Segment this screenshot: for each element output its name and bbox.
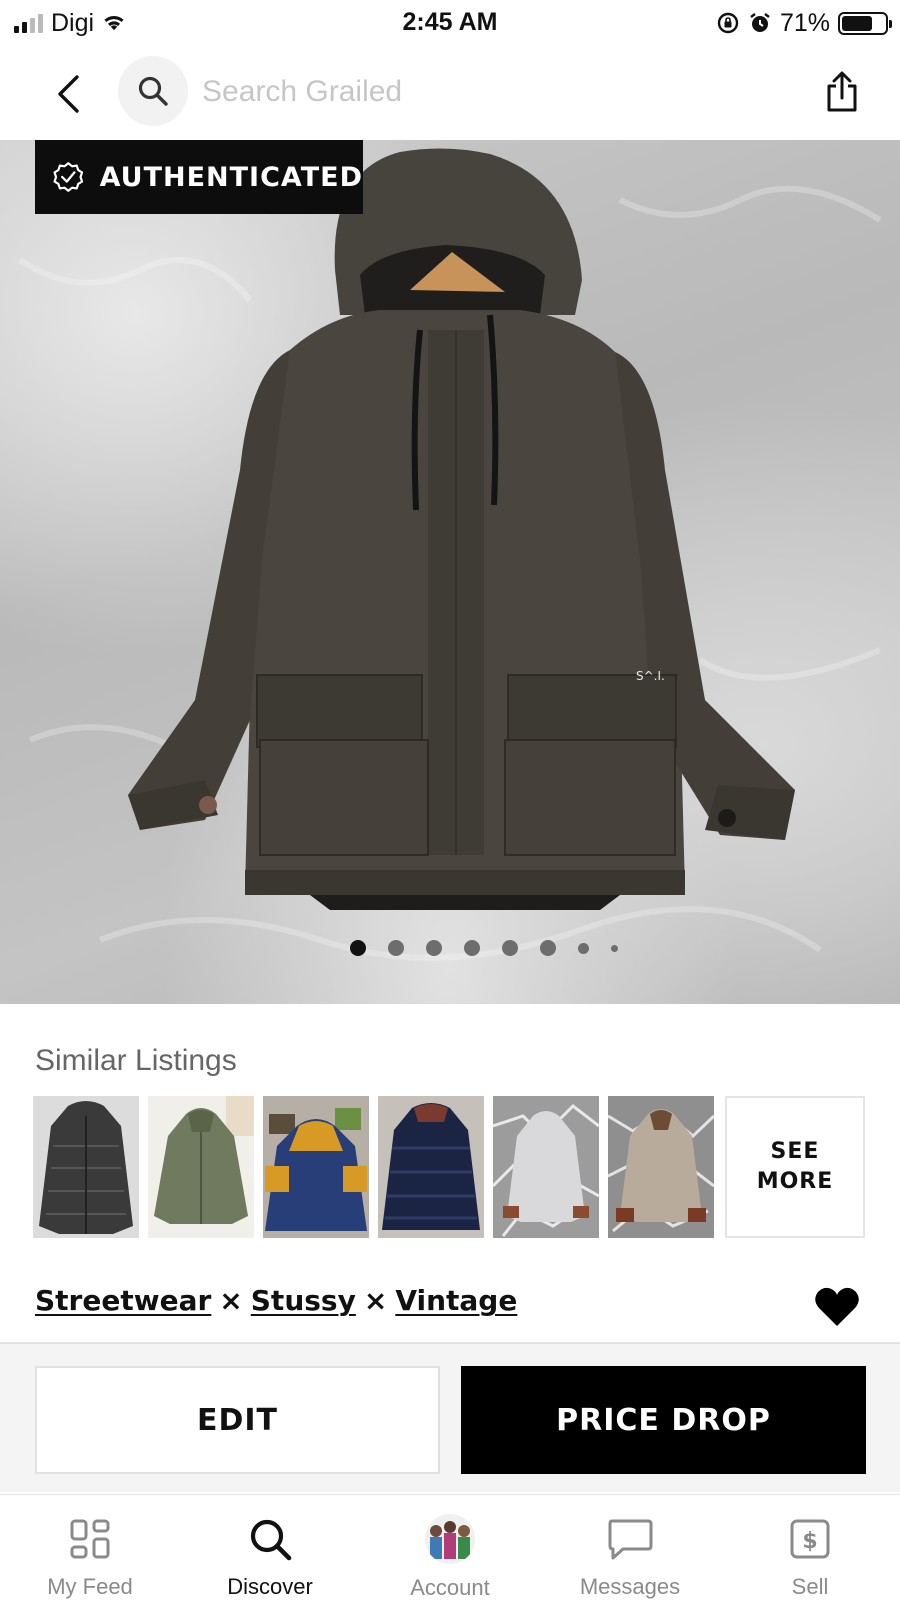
tag-vintage[interactable]: Vintage bbox=[395, 1284, 517, 1317]
share-button[interactable] bbox=[818, 66, 866, 118]
heart-icon bbox=[815, 1287, 859, 1326]
chevron-left-icon bbox=[58, 75, 79, 113]
price-drop-button[interactable]: PRICE DROP bbox=[461, 1366, 866, 1474]
designer-tags: Streetwear × Stussy × Vintage bbox=[35, 1284, 517, 1317]
battery-percent: 71% bbox=[779, 8, 830, 37]
pagination-dot[interactable] bbox=[540, 940, 556, 956]
search-button[interactable] bbox=[118, 56, 188, 126]
tab-label: Discover bbox=[227, 1574, 313, 1599]
tab-account[interactable]: Account bbox=[360, 1495, 540, 1600]
tab-label: My Feed bbox=[47, 1574, 133, 1599]
similar-item-white-hooded-jacket[interactable] bbox=[493, 1096, 599, 1238]
tab-bar: My Feed Discover Account Messages $ Sell bbox=[0, 1494, 900, 1600]
tag-separator: × bbox=[219, 1284, 243, 1317]
tag-streetwear[interactable]: Streetwear bbox=[35, 1284, 211, 1317]
pagination-dot[interactable] bbox=[350, 940, 366, 956]
similar-listings-title: Similar Listings bbox=[35, 1044, 237, 1077]
search-icon bbox=[244, 1513, 296, 1564]
similar-item-navy-puffer-jacket[interactable] bbox=[378, 1096, 484, 1238]
rotation-lock-icon bbox=[716, 11, 740, 35]
search-icon bbox=[138, 76, 168, 106]
similar-listings-row: SEE MORE bbox=[33, 1096, 865, 1238]
alarm-icon bbox=[748, 11, 772, 35]
pagination-dot[interactable] bbox=[388, 940, 404, 956]
authenticated-label: AUTHENTICATED bbox=[99, 161, 363, 193]
similar-item-navy-yellow-jacket[interactable] bbox=[263, 1096, 369, 1238]
tag-separator: × bbox=[363, 1284, 388, 1317]
grid-icon bbox=[64, 1513, 116, 1564]
see-more-button[interactable]: SEE MORE bbox=[725, 1096, 865, 1238]
svg-text:$: $ bbox=[802, 1529, 817, 1554]
verified-badge-icon bbox=[53, 162, 84, 192]
pagination-dot[interactable] bbox=[464, 940, 480, 956]
product-image[interactable]: S^.I. AUTHENTICATED bbox=[0, 140, 900, 1004]
tab-messages[interactable]: Messages bbox=[540, 1495, 720, 1600]
message-icon bbox=[604, 1513, 656, 1564]
favorite-button[interactable] bbox=[814, 1286, 860, 1328]
battery-level-fill bbox=[842, 15, 872, 31]
similar-item-beige-hooded-jacket[interactable] bbox=[608, 1096, 714, 1238]
tab-label: Messages bbox=[579, 1574, 681, 1599]
pagination-dot[interactable] bbox=[611, 944, 618, 952]
tab-my-feed[interactable]: My Feed bbox=[0, 1495, 180, 1600]
similar-item-green-hooded-jacket[interactable] bbox=[148, 1096, 254, 1238]
image-pagination[interactable] bbox=[0, 938, 900, 958]
action-bar: EDIT PRICE DROP bbox=[0, 1342, 900, 1492]
avatar bbox=[424, 1513, 476, 1565]
tab-sell[interactable]: $ Sell bbox=[720, 1495, 900, 1600]
share-icon bbox=[827, 71, 857, 112]
battery-icon bbox=[838, 11, 892, 35]
tag-stussy[interactable]: Stussy bbox=[251, 1284, 356, 1317]
jacket-logo-text: S^.I. bbox=[636, 669, 665, 683]
jacket-photo: S^.I. bbox=[18, 148, 882, 961]
search-input[interactable] bbox=[202, 70, 762, 114]
status-right: 71% bbox=[716, 8, 892, 38]
pagination-dot[interactable] bbox=[578, 942, 589, 954]
edit-button[interactable]: EDIT bbox=[35, 1366, 440, 1474]
top-nav bbox=[0, 50, 900, 138]
pagination-dot[interactable] bbox=[426, 940, 442, 956]
tab-label: Sell bbox=[791, 1574, 829, 1599]
authenticated-badge: AUTHENTICATED bbox=[35, 140, 363, 214]
similar-item-black-puffer-jacket[interactable] bbox=[33, 1096, 139, 1238]
pagination-dot[interactable] bbox=[502, 940, 518, 956]
tab-discover[interactable]: Discover bbox=[180, 1495, 360, 1600]
back-button[interactable] bbox=[48, 64, 88, 124]
status-bar: Digi 2:45 AM 71% bbox=[0, 0, 900, 46]
dollar-tag-icon: $ bbox=[784, 1513, 836, 1564]
tab-label: Account bbox=[410, 1575, 490, 1600]
